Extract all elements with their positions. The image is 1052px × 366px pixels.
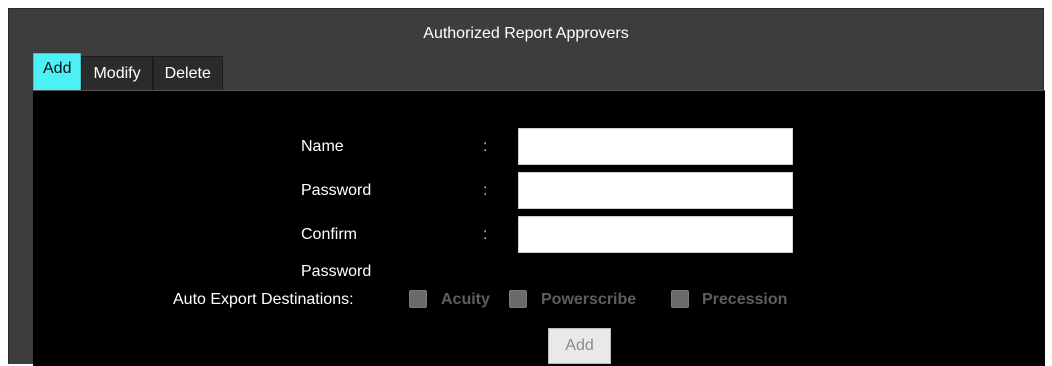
auto-export-row: Auto Export Destinations: Acuity Powersc… (33, 285, 1045, 317)
precession-checkbox[interactable] (671, 290, 689, 308)
dialog-title: Authorized Report Approvers (423, 25, 629, 42)
tab-add[interactable]: Add (33, 53, 82, 90)
acuity-checkbox[interactable] (409, 290, 427, 308)
precession-label: Precession (702, 291, 788, 308)
confirm-password-label: Confirm Password (301, 226, 372, 280)
password-input[interactable] (518, 172, 793, 209)
tab-delete[interactable]: Delete (152, 56, 223, 90)
approvers-dialog: Authorized Report Approvers Add Modify D… (8, 8, 1045, 366)
powerscribe-label: Powerscribe (541, 291, 637, 308)
tab-bar: Add Modify Delete (33, 53, 223, 90)
add-button[interactable]: Add (548, 328, 611, 364)
acuity-label: Acuity (441, 291, 490, 308)
name-separator: : (483, 138, 488, 155)
auto-export-label: Auto Export Destinations: (173, 291, 354, 308)
confirm-password-input[interactable] (518, 216, 793, 253)
add-approver-panel: Name : Password : Confirm Password : Aut… (33, 90, 1045, 366)
powerscribe-checkbox[interactable] (509, 290, 527, 308)
password-separator: : (483, 182, 488, 199)
name-label: Name (301, 138, 344, 155)
confirm-password-separator: : (483, 226, 488, 243)
name-input[interactable] (518, 128, 793, 165)
password-label: Password (301, 182, 372, 199)
tab-modify[interactable]: Modify (81, 56, 153, 90)
